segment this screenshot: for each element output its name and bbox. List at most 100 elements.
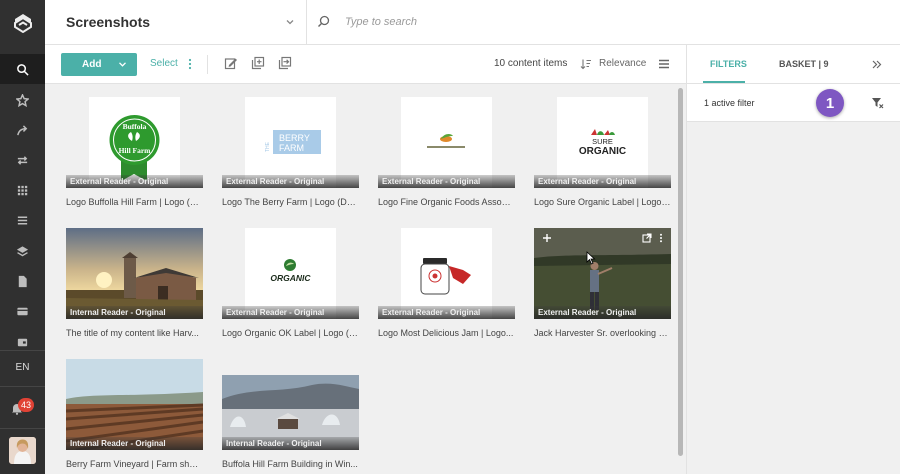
thumbnail[interactable]: Internal Reader - Original: [66, 228, 203, 319]
item-caption[interactable]: Logo Fine Organic Foods Associ...: [378, 197, 515, 207]
item-caption[interactable]: Logo Buffolla Hill Farm | Logo (D...: [66, 197, 203, 207]
reader-badge: Internal Reader - Original: [222, 437, 359, 450]
grid-apps-icon[interactable]: [0, 175, 45, 205]
add-button[interactable]: Add: [61, 53, 137, 76]
logo-text: BERRY: [279, 133, 310, 143]
content-item[interactable]: Internal Reader - Original Berry Farm Vi…: [66, 359, 203, 469]
sort-icon[interactable]: [580, 58, 592, 70]
tab-filters[interactable]: FILTERS: [710, 59, 747, 69]
thumbnail[interactable]: External Reader - Original: [378, 228, 515, 319]
star-icon[interactable]: [0, 85, 45, 115]
panel-tab-bar: FILTERS BASKET | 9: [687, 45, 900, 84]
reader-badge: External Reader - Original: [378, 175, 515, 188]
content-item[interactable]: ORGANIC External Reader - Original Logo …: [222, 228, 359, 338]
content-item[interactable]: Internal Reader - Original The title of …: [66, 228, 203, 338]
logo-text: SURE: [592, 137, 613, 146]
rail-divider: [0, 428, 45, 429]
content-item[interactable]: Internal Reader - Original Buffola Hill …: [222, 375, 359, 469]
content-item[interactable]: External Reader - Original Logo Most Del…: [378, 228, 515, 338]
header-divider: [306, 0, 307, 45]
item-caption[interactable]: The title of my content like Harv...: [66, 328, 203, 338]
item-caption[interactable]: Buffola Hill Farm Building in Win...: [222, 459, 359, 469]
item-caption[interactable]: Logo Organic OK Label | Logo (D...: [222, 328, 359, 338]
clear-filter-icon[interactable]: [871, 97, 884, 109]
filter-panel: FILTERS BASKET | 9 1 active filter 1: [686, 45, 900, 474]
wallet-icon[interactable]: [0, 327, 45, 357]
item-caption[interactable]: Logo The Berry Farm | Logo (Do...: [222, 197, 359, 207]
select-button[interactable]: Select: [150, 58, 178, 69]
content-item[interactable]: External Reader - Original Logo Fine Org…: [378, 97, 515, 207]
user-avatar[interactable]: [9, 437, 36, 464]
collection-title[interactable]: Screenshots: [66, 14, 150, 30]
collapse-panel-icon[interactable]: [872, 60, 882, 69]
reader-badge: External Reader - Original: [222, 175, 359, 188]
item-caption[interactable]: Logo Sure Organic Label | Logo (...: [534, 197, 671, 207]
transfer-icon[interactable]: [0, 145, 45, 175]
view-mode-icon[interactable]: [658, 59, 670, 69]
document-icon[interactable]: [0, 266, 45, 296]
top-header: Screenshots: [45, 0, 900, 45]
item-caption[interactable]: Berry Farm Vineyard | Farm shot ...: [66, 459, 203, 469]
chevron-down-icon: [119, 62, 126, 67]
mouse-cursor-icon: [586, 251, 596, 265]
tab-basket[interactable]: BASKET | 9: [779, 59, 829, 69]
add-button-label: Add: [82, 59, 102, 70]
item-caption[interactable]: Logo Most Delicious Jam | Logo...: [378, 328, 515, 338]
reader-badge: External Reader - Original: [378, 306, 515, 319]
step-marker: 1: [816, 89, 844, 117]
rail-divider: [0, 386, 45, 387]
logo-text: Buffola: [123, 122, 147, 131]
move-to-icon[interactable]: [278, 56, 292, 70]
content-item-count: 10 content items: [494, 58, 568, 69]
grid-scrollbar[interactable]: [678, 88, 683, 456]
more-vertical-icon[interactable]: [188, 58, 192, 70]
search-input[interactable]: [345, 13, 645, 31]
add-to-basket-icon[interactable]: [542, 233, 552, 243]
reader-badge: External Reader - Original: [222, 306, 359, 319]
content-item[interactable]: External Reader - Original Jack Harveste…: [534, 228, 671, 338]
thumbnail[interactable]: Internal Reader - Original: [66, 359, 203, 450]
reader-badge: Internal Reader - Original: [66, 306, 203, 319]
content-item[interactable]: SURE ORGANIC External Reader - Original …: [534, 97, 671, 207]
reader-badge: External Reader - Original: [534, 175, 671, 188]
copy-to-icon[interactable]: [251, 56, 265, 70]
logo-text: Hill Farm: [119, 146, 152, 155]
sort-dropdown[interactable]: Relevance: [599, 58, 646, 69]
active-tab-indicator: [703, 81, 745, 83]
thumbnail[interactable]: BERRY FARM THE External Reader - Origina…: [222, 97, 359, 188]
active-filter-count: 1 active filter: [704, 98, 755, 108]
language-switch[interactable]: EN: [0, 362, 45, 373]
list-icon[interactable]: [0, 205, 45, 235]
reader-badge: External Reader - Original: [534, 306, 671, 319]
content-grid: Buffola Hill Farm External Reader - Orig…: [45, 84, 686, 474]
thumbnail[interactable]: Buffola Hill Farm External Reader - Orig…: [66, 97, 203, 188]
card-icon[interactable]: [0, 296, 45, 326]
active-filter-row: 1 active filter 1: [687, 84, 900, 122]
thumbnail[interactable]: SURE ORGANIC External Reader - Original: [534, 97, 671, 188]
notification-count-badge: 43: [18, 398, 35, 412]
reader-badge: External Reader - Original: [66, 175, 203, 188]
reader-badge: Internal Reader - Original: [66, 437, 203, 450]
thumbnail[interactable]: External Reader - Original: [378, 97, 515, 188]
app-logo-icon[interactable]: [0, 0, 45, 45]
logo-text: FARM: [279, 143, 304, 153]
notifications-button[interactable]: 43: [0, 398, 45, 418]
chevron-down-icon[interactable]: [285, 17, 295, 27]
more-vertical-icon[interactable]: [656, 233, 666, 243]
share-icon[interactable]: [0, 115, 45, 145]
edit-metadata-icon[interactable]: [224, 56, 238, 70]
rail-divider: [0, 350, 45, 351]
content-item[interactable]: Buffola Hill Farm External Reader - Orig…: [66, 97, 203, 207]
layers-icon[interactable]: [0, 236, 45, 266]
item-caption[interactable]: Jack Harvester Sr. overlooking h...: [534, 328, 671, 338]
open-external-icon[interactable]: [642, 233, 652, 243]
thumbnail[interactable]: Internal Reader - Original: [222, 375, 359, 450]
thumbnail[interactable]: External Reader - Original: [534, 228, 671, 319]
search-icon: [318, 15, 330, 27]
search-nav-icon[interactable]: [0, 54, 45, 84]
thumbnail[interactable]: ORGANIC External Reader - Original: [222, 228, 359, 319]
content-item[interactable]: BERRY FARM THE External Reader - Origina…: [222, 97, 359, 207]
logo-text: THE: [265, 141, 271, 152]
left-navigation-rail: EN 43: [0, 0, 45, 474]
logo-text: ORGANIC: [579, 146, 626, 157]
